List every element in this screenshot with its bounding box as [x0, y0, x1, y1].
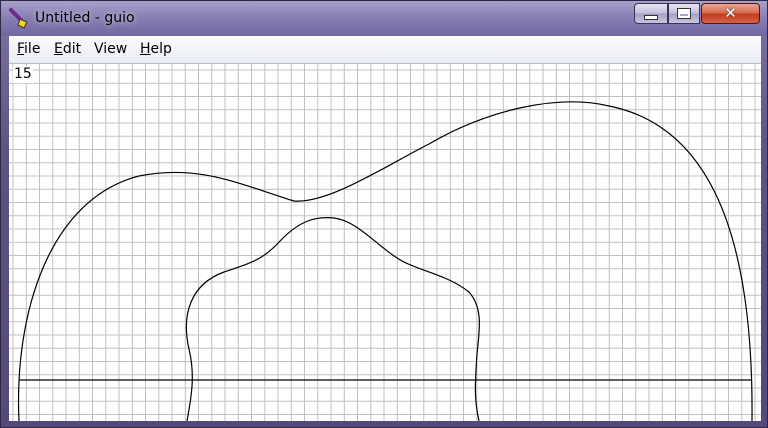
menu-view-label: View: [94, 41, 128, 57]
menu-file-label: ile: [24, 41, 41, 57]
app-window: Untitled - guio ✕ File Edit View Help 15: [0, 0, 768, 428]
canvas-drawing: [9, 64, 761, 421]
grid: [9, 64, 761, 421]
window-title: Untitled - guio: [35, 10, 135, 26]
menu-edit-accel: E: [54, 41, 63, 57]
menu-bar: File Edit View Help: [9, 36, 761, 64]
counter-readout: 15: [13, 66, 33, 83]
drawing-canvas[interactable]: 15: [9, 64, 761, 421]
menu-file-accel: F: [17, 41, 25, 57]
close-button[interactable]: ✕: [701, 3, 760, 24]
close-icon: ✕: [724, 4, 737, 22]
menu-help-label: elp: [150, 41, 172, 57]
menu-edit[interactable]: Edit: [54, 41, 81, 57]
menu-help[interactable]: Help: [140, 41, 172, 57]
minimize-button[interactable]: [634, 3, 668, 24]
maximize-button[interactable]: [668, 3, 700, 24]
minimize-icon: [644, 15, 658, 20]
menu-edit-label: dit: [62, 41, 82, 57]
inner-curve: [185, 217, 481, 421]
title-bar[interactable]: Untitled - guio ✕: [1, 1, 767, 36]
menu-view[interactable]: View: [94, 41, 127, 57]
brush-app-icon[interactable]: [7, 6, 33, 32]
menu-file[interactable]: File: [17, 41, 40, 57]
menu-help-accel: H: [140, 41, 151, 57]
maximize-icon: [677, 8, 691, 19]
